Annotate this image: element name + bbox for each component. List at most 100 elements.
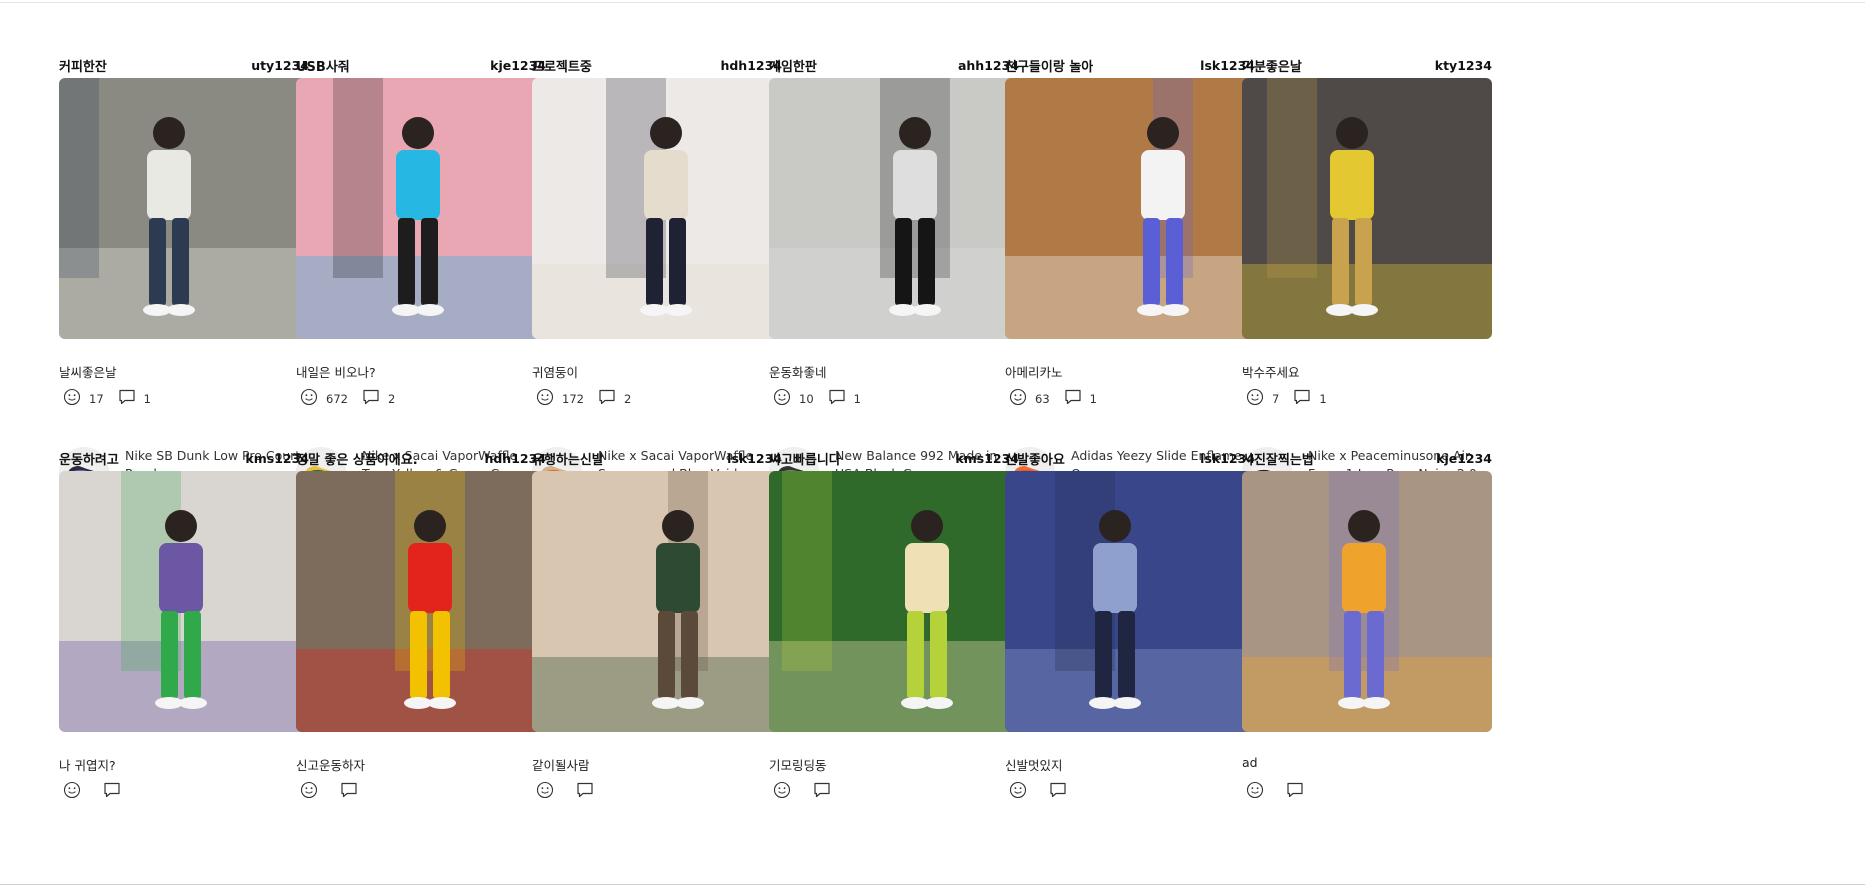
post-photo[interactable] — [1242, 78, 1492, 339]
post-photo[interactable] — [769, 471, 1019, 732]
post-title: 싸고빠릅니다 — [769, 452, 841, 468]
post-stats: 71 — [1246, 385, 1341, 407]
speech-bubble-icon — [104, 782, 120, 797]
speech-bubble-icon — [1287, 782, 1303, 797]
comment-button[interactable] — [103, 779, 121, 799]
post-photo[interactable] — [769, 78, 1019, 339]
post-photo[interactable] — [1005, 78, 1255, 339]
comment-count: 1 — [143, 392, 151, 406]
comment-button[interactable] — [340, 779, 358, 799]
comment-count: 2 — [387, 392, 396, 406]
post-feed: 커피한잔 uty1234 날씨좋은날 17 1 Nike SB Dunk Low Pro … — [0, 0, 1865, 888]
post-caption: 기모링딩동 — [769, 758, 827, 773]
post-caption: 박수주세요 — [1242, 365, 1300, 380]
post-title: 게임한판 — [769, 59, 817, 75]
post-caption: 내일은 비오나? — [296, 365, 376, 380]
like-button[interactable] — [773, 386, 791, 406]
post-stats: 10 1 — [773, 385, 875, 407]
post-photo[interactable] — [532, 78, 782, 339]
post-header: USB사줘 kje1234 — [296, 55, 546, 75]
post-header: 사진잘찍는법 kje1234 — [1242, 448, 1492, 468]
speech-bubble-icon — [1065, 389, 1081, 404]
comment-button[interactable] — [1286, 779, 1304, 799]
post-photo[interactable] — [59, 471, 309, 732]
post-stats: 172 2 — [536, 385, 645, 407]
smiley-icon — [1246, 388, 1264, 405]
post-stats — [773, 778, 853, 800]
post-caption: 신고운동하자 — [296, 758, 366, 773]
bottom-divider — [0, 884, 1865, 885]
speech-bubble-icon — [119, 389, 135, 404]
post-title: 사진잘찍는법 — [1242, 452, 1314, 468]
post-photo[interactable] — [296, 471, 546, 732]
speech-bubble-icon — [599, 389, 615, 404]
comment-button[interactable] — [576, 779, 594, 799]
smiley-icon — [536, 388, 554, 405]
comment-button[interactable] — [598, 386, 616, 406]
post-photo[interactable] — [1005, 471, 1255, 732]
like-button[interactable] — [300, 779, 318, 799]
post-photo[interactable] — [1242, 471, 1492, 732]
comment-button[interactable] — [362, 386, 380, 406]
like-button[interactable] — [1009, 779, 1027, 799]
like-button[interactable] — [1009, 386, 1027, 406]
post-stats: 672 2 — [300, 385, 409, 407]
post-caption: 운동화좋네 — [769, 365, 827, 380]
speech-bubble-icon — [814, 782, 830, 797]
post-stats — [300, 778, 380, 800]
like-count: 63 — [1035, 392, 1050, 406]
post-photo[interactable] — [532, 471, 782, 732]
like-button[interactable] — [63, 386, 81, 406]
post-header: 기분좋은날 kty1234 — [1242, 55, 1492, 75]
speech-bubble-icon — [363, 389, 379, 404]
comment-button[interactable] — [1064, 386, 1082, 406]
post-header: 신발좋아요 lsk1234 — [1005, 448, 1255, 468]
like-button[interactable] — [1246, 779, 1264, 799]
post-title: 커피한잔 — [59, 59, 107, 75]
post-header: 친구들이랑 놀아 lsk1234 — [1005, 55, 1255, 75]
post-username[interactable]: kty1234 — [1435, 58, 1492, 73]
post-stats — [536, 778, 616, 800]
speech-bubble-icon — [1050, 782, 1066, 797]
post-photo[interactable] — [296, 78, 546, 339]
post-title: 정말 좋은 상품이에요. — [296, 452, 418, 468]
like-button[interactable] — [773, 779, 791, 799]
smiley-icon — [63, 388, 81, 405]
like-button[interactable] — [63, 779, 81, 799]
post-stats — [1009, 778, 1089, 800]
comment-button[interactable] — [118, 386, 136, 406]
smiley-icon — [773, 781, 791, 798]
like-count: 10 — [799, 392, 814, 406]
like-count: 672 — [326, 392, 348, 406]
comment-button[interactable] — [1049, 779, 1067, 799]
post-stats — [63, 778, 143, 800]
post-title: 기분좋은날 — [1242, 59, 1302, 75]
like-count: 172 — [562, 392, 584, 406]
comment-count: 1 — [853, 392, 861, 406]
like-button[interactable] — [1246, 386, 1264, 406]
smiley-icon — [536, 781, 554, 798]
smiley-icon — [1246, 781, 1264, 798]
speech-bubble-icon — [577, 782, 593, 797]
like-count: 17 — [89, 392, 104, 406]
comment-count: 1 — [1319, 392, 1327, 406]
comment-button[interactable] — [828, 386, 846, 406]
post-header: 운동하려고 kms1234 — [59, 448, 309, 468]
comment-button[interactable] — [1293, 386, 1311, 406]
like-button[interactable] — [300, 386, 318, 406]
post-stats: 63 1 — [1009, 385, 1111, 407]
smiley-icon — [300, 781, 318, 798]
comment-count: 1 — [1089, 392, 1097, 406]
smiley-icon — [773, 388, 791, 405]
post-photo[interactable] — [59, 78, 309, 339]
post-caption: 날씨좋은날 — [59, 365, 117, 380]
speech-bubble-icon — [1294, 389, 1310, 404]
like-button[interactable] — [536, 386, 554, 406]
smiley-icon — [63, 781, 81, 798]
like-button[interactable] — [536, 779, 554, 799]
post-stats: 17 1 — [63, 385, 165, 407]
comment-button[interactable] — [813, 779, 831, 799]
post-username[interactable]: kje1234 — [1436, 451, 1492, 466]
post-title: USB사줘 — [296, 59, 350, 75]
post-title: 신발좋아요 — [1005, 452, 1065, 468]
